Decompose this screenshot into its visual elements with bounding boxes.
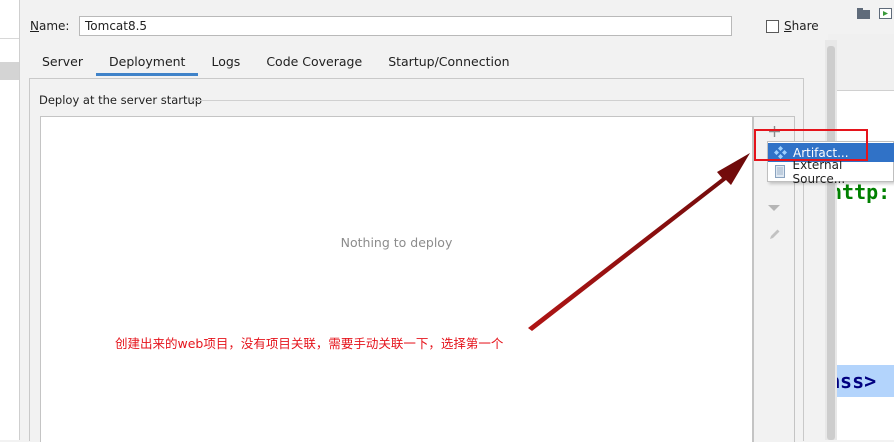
run-configuration-dialog: Name: Tomcat8.5 Share Server Deployment …	[20, 0, 828, 440]
name-label: Name:	[30, 19, 69, 33]
tab-server[interactable]: Server	[29, 50, 96, 76]
section-divider	[190, 100, 790, 101]
tab-deployment[interactable]: Deployment	[96, 50, 198, 76]
scrollbar-thumb[interactable]	[827, 46, 835, 440]
tab-code-coverage[interactable]: Code Coverage	[253, 50, 375, 76]
menu-item-external-source-label: External Source...	[793, 158, 894, 186]
editor-tab-bar	[828, 34, 894, 91]
edit-icon[interactable]	[754, 223, 794, 245]
left-project-panel	[0, 0, 20, 440]
selected-tree-row[interactable]	[0, 62, 19, 80]
move-down-icon[interactable]	[754, 197, 794, 219]
highlight-box	[754, 129, 868, 161]
config-tabs: Server Deployment Logs Code Coverage Sta…	[29, 50, 523, 76]
empty-state-text: Nothing to deploy	[41, 235, 752, 250]
name-input[interactable]: Tomcat8.5	[79, 16, 732, 36]
tab-logs[interactable]: Logs	[198, 50, 253, 76]
run-config-icon[interactable]	[879, 8, 893, 20]
external-source-icon	[773, 165, 787, 179]
tab-startup-connection[interactable]: Startup/Connection	[375, 50, 522, 76]
panel-divider	[0, 38, 19, 39]
share-label: Share	[784, 19, 819, 33]
menu-item-external-source[interactable]: External Source...	[768, 162, 894, 181]
share-checkbox-row[interactable]: Share	[766, 19, 819, 33]
annotation-text: 创建出来的web项目，没有项目关联，需要手动关联一下，选择第一个	[115, 333, 503, 352]
deployment-list[interactable]: Nothing to deploy	[40, 116, 753, 442]
editor-toolbar	[828, 0, 894, 35]
deployment-tab-content: Deploy at the server startup Nothing to …	[29, 78, 804, 441]
section-title: Deploy at the server startup	[39, 93, 202, 107]
dialog-scrollbar[interactable]	[825, 40, 837, 440]
folder-icon[interactable]	[857, 8, 871, 20]
share-checkbox[interactable]	[766, 20, 779, 33]
